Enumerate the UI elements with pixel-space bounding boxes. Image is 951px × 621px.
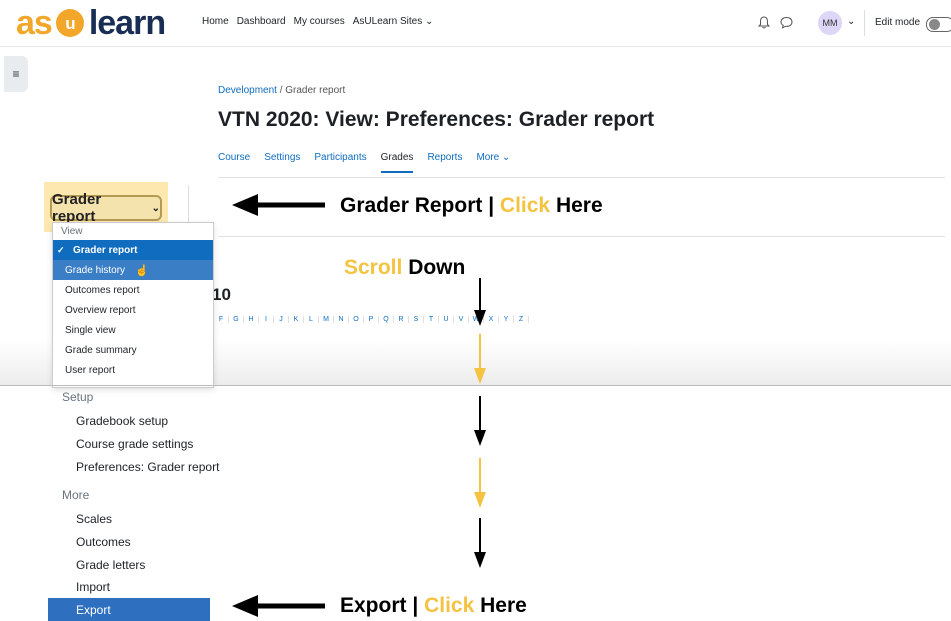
arrow-left-icon — [232, 595, 325, 617]
annotation-arrows — [232, 194, 486, 617]
arrow-down-icon — [474, 458, 486, 508]
arrow-down-icon — [474, 334, 486, 384]
arrow-down-icon — [474, 396, 486, 446]
arrow-down-icon — [474, 518, 486, 568]
arrow-down-icon — [474, 278, 486, 326]
arrow-left-icon — [232, 194, 325, 216]
